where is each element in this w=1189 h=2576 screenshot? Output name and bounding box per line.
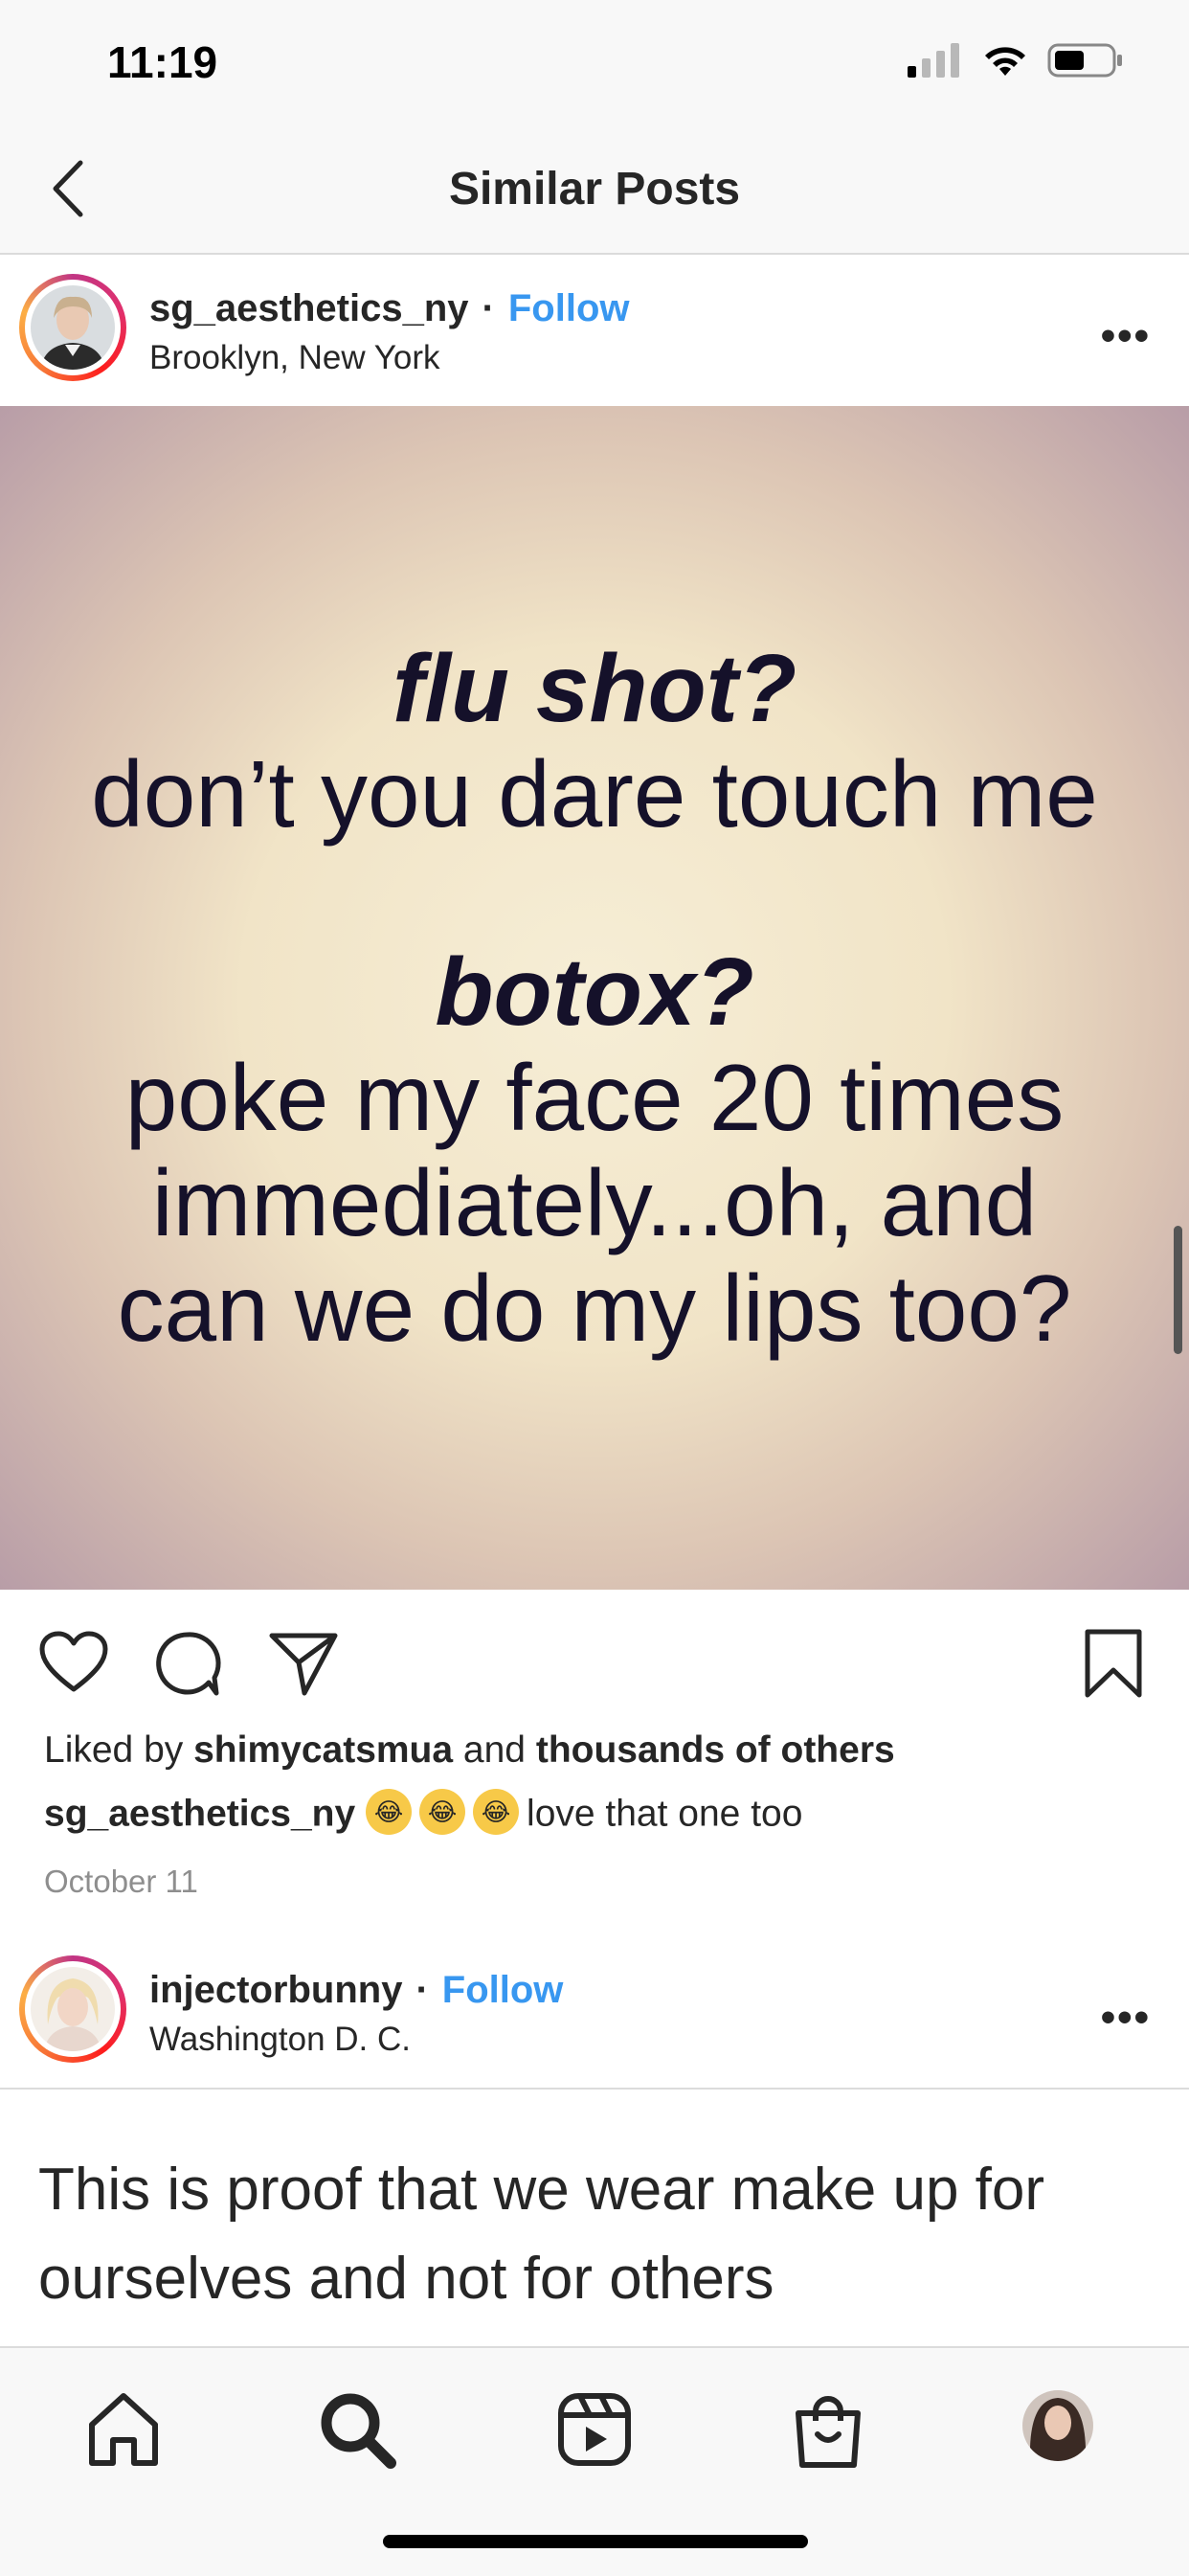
meme-line: botox? bbox=[435, 938, 754, 1047]
post-location[interactable]: Brooklyn, New York bbox=[149, 339, 439, 377]
battery-icon bbox=[1047, 43, 1122, 78]
status-bar: 11:19 bbox=[0, 0, 1189, 124]
post-username[interactable]: injectorbunny bbox=[149, 1969, 402, 2011]
cellular-signal-icon bbox=[908, 43, 959, 78]
avatar-image bbox=[31, 285, 115, 370]
post-text-image[interactable]: This is proof that we wear make up for o… bbox=[38, 2145, 1149, 2323]
wifi-icon bbox=[985, 47, 1025, 76]
scroll-indicator[interactable] bbox=[1174, 1226, 1182, 1354]
profile-avatar[interactable] bbox=[1022, 2390, 1093, 2461]
meme-line: don’t you dare touch me bbox=[91, 740, 1098, 847]
avatar-image bbox=[31, 1967, 115, 2051]
tears-of-joy-emoji: 😂 bbox=[366, 1789, 413, 1835]
dot-separator: · bbox=[482, 287, 495, 329]
tears-of-joy-emoji: 😂 bbox=[419, 1789, 466, 1835]
post-actions bbox=[0, 1590, 1189, 1733]
post-username-line: sg_aesthetics_ny · Follow bbox=[149, 287, 629, 330]
reels-icon[interactable] bbox=[551, 2386, 638, 2473]
likes-middle: and bbox=[462, 1729, 526, 1771]
comment-icon[interactable] bbox=[153, 1630, 222, 1699]
post-header: injectorbunny · Follow Washington D. C. ••… bbox=[0, 1936, 1189, 2090]
likes-others[interactable]: thousands of others bbox=[536, 1729, 895, 1771]
dot-separator: · bbox=[415, 1969, 429, 2011]
status-time: 11:19 bbox=[107, 37, 218, 87]
avatar[interactable] bbox=[19, 1955, 126, 2063]
meme-line: flu shot? bbox=[392, 634, 797, 742]
post-image[interactable]: flu shot? don’t you dare touch me botox?… bbox=[0, 406, 1189, 1590]
post-date: October 11 bbox=[44, 1864, 198, 1899]
meme-line: poke my face 20 times bbox=[124, 1045, 1065, 1151]
page-title: Similar Posts bbox=[448, 164, 741, 215]
caption-text: love that one too bbox=[527, 1793, 803, 1835]
divider bbox=[0, 2088, 1189, 2090]
more-options-icon[interactable]: ••• bbox=[1101, 312, 1151, 360]
liked-by-user[interactable]: shimycatsmua bbox=[193, 1729, 453, 1771]
status-icons bbox=[908, 42, 1124, 79]
post-username-line: injectorbunny · Follow bbox=[149, 1969, 563, 2012]
home-icon[interactable] bbox=[80, 2386, 167, 2473]
meme-line: immediately...oh, and bbox=[151, 1150, 1038, 1255]
likes-prefix: Liked by bbox=[44, 1729, 184, 1771]
follow-button[interactable]: Follow bbox=[508, 287, 630, 329]
meme-line: can we do my lips too? bbox=[117, 1254, 1072, 1361]
post-caption: sg_aesthetics_ny 😂 😂 😂 love that one too bbox=[44, 1789, 803, 1839]
share-icon[interactable] bbox=[268, 1630, 339, 1697]
nav-bar: Similar Posts bbox=[0, 124, 1189, 255]
caption-username[interactable]: sg_aesthetics_ny bbox=[44, 1793, 355, 1834]
follow-button[interactable]: Follow bbox=[442, 1969, 564, 2011]
search-icon[interactable] bbox=[314, 2386, 400, 2473]
post-location[interactable]: Washington D. C. bbox=[149, 2021, 411, 2059]
home-indicator[interactable] bbox=[383, 2535, 808, 2548]
more-options-icon[interactable]: ••• bbox=[1101, 1994, 1151, 2042]
heart-icon[interactable] bbox=[38, 1630, 109, 1695]
bookmark-icon[interactable] bbox=[1082, 1628, 1145, 1699]
likes-line: Liked by shimycatsmua and thousands of o… bbox=[44, 1729, 895, 1772]
tears-of-joy-emoji: 😂 bbox=[473, 1789, 520, 1835]
avatar[interactable] bbox=[19, 274, 126, 381]
post-username[interactable]: sg_aesthetics_ny bbox=[149, 287, 469, 329]
post-header: sg_aesthetics_ny · Follow Brooklyn, New Yo… bbox=[0, 255, 1189, 408]
shop-icon[interactable] bbox=[785, 2386, 871, 2473]
